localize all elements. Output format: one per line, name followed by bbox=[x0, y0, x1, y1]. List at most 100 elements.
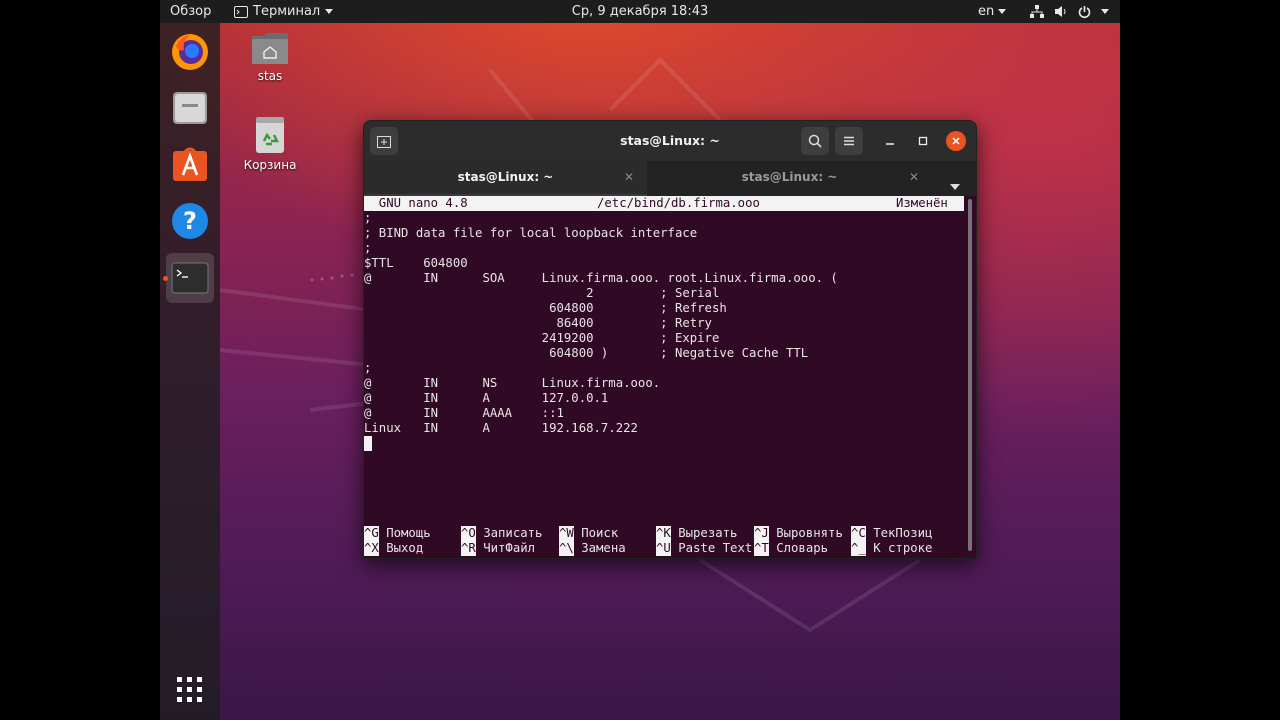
nano-modified-status: Изменён bbox=[896, 196, 948, 210]
file-line: 2419200 ; Expire bbox=[364, 331, 720, 345]
chevron-down-icon bbox=[998, 9, 1007, 14]
shortcut-label: Выход bbox=[378, 541, 424, 555]
nano-filename: /etc/bind/db.firma.ooo bbox=[597, 196, 760, 210]
software-center-icon bbox=[173, 147, 207, 181]
file-line: ; bbox=[364, 361, 372, 375]
tab-1[interactable]: stas@Linux: ~ ✕ bbox=[364, 161, 647, 196]
tabs-menu-button[interactable] bbox=[950, 175, 960, 194]
shortcut-key: ^T bbox=[754, 541, 769, 556]
language-selector[interactable]: en bbox=[978, 0, 1007, 23]
scrollbar[interactable] bbox=[968, 199, 972, 551]
search-icon bbox=[808, 134, 822, 148]
top-bar: Обзор Терминал Ср, 9 декабря 18:43 en bbox=[160, 0, 1120, 23]
dock-item-files[interactable] bbox=[166, 83, 214, 133]
desktop-icon-home[interactable]: stas bbox=[238, 30, 302, 83]
menu-button[interactable] bbox=[835, 127, 863, 155]
tab-1-label: stas@Linux: ~ bbox=[457, 170, 554, 184]
chevron-down-icon bbox=[950, 184, 960, 190]
shortcut-key: ^G bbox=[364, 526, 379, 541]
shortcut-key: ^X bbox=[364, 541, 379, 556]
app-grid-icon bbox=[177, 677, 202, 702]
system-tray[interactable] bbox=[1030, 0, 1109, 23]
terminal-icon bbox=[171, 262, 209, 294]
power-icon bbox=[1078, 5, 1091, 18]
shortcut-label: Paste Text bbox=[670, 541, 753, 555]
file-line: $TTL 604800 bbox=[364, 256, 468, 270]
show-applications-button[interactable] bbox=[166, 665, 214, 715]
nano-version: GNU nano 4.8 bbox=[364, 196, 468, 210]
shortcut-label: ТекПозиц bbox=[865, 526, 933, 540]
shortcut-justify[interactable]: ^J Выровнять bbox=[754, 526, 843, 541]
tab-1-close-icon[interactable]: ✕ bbox=[624, 161, 634, 194]
shortcut-go-to-line[interactable]: ^_ К строке bbox=[851, 541, 932, 556]
shortcut-replace[interactable]: ^\ Замена bbox=[559, 541, 626, 556]
tab-2[interactable]: stas@Linux: ~ ✕ bbox=[647, 161, 932, 196]
close-button[interactable] bbox=[946, 131, 966, 151]
trash-icon bbox=[256, 117, 284, 153]
minimize-icon bbox=[886, 143, 894, 145]
activities-button[interactable]: Обзор bbox=[170, 0, 211, 23]
dock-item-terminal[interactable] bbox=[166, 253, 214, 303]
firefox-icon bbox=[172, 34, 208, 70]
minimize-button[interactable] bbox=[880, 131, 900, 151]
file-line: 604800 ; Refresh bbox=[364, 301, 727, 315]
svg-text:?: ? bbox=[183, 207, 197, 235]
shortcut-search[interactable]: ^W Поиск bbox=[559, 526, 618, 541]
shortcut-label: Словарь bbox=[768, 541, 829, 555]
file-line: 2 ; Serial bbox=[364, 286, 720, 300]
shortcut-paste[interactable]: ^U Paste Text bbox=[656, 541, 752, 556]
close-icon bbox=[952, 137, 960, 145]
clock[interactable]: Ср, 9 декабря 18:43 bbox=[572, 4, 709, 19]
shortcut-spell[interactable]: ^T Словарь bbox=[754, 541, 828, 556]
dock: ? bbox=[160, 23, 220, 720]
shortcut-label: Выровнять bbox=[768, 526, 843, 540]
shortcut-cur-pos[interactable]: ^C ТекПозиц bbox=[851, 526, 932, 541]
home-folder-icon bbox=[252, 33, 288, 64]
file-line: Linux IN A 192.168.7.222 bbox=[364, 421, 638, 435]
dock-item-help[interactable]: ? bbox=[166, 196, 214, 246]
shortcut-read-file[interactable]: ^R ЧитФайл bbox=[461, 541, 535, 556]
shortcut-label: ЧитФайл bbox=[475, 541, 536, 555]
terminal-window[interactable]: stas@Linux: ~ stas@Linux: ~ ✕ stas@Linux… bbox=[363, 120, 977, 559]
shortcut-cut[interactable]: ^K Вырезать bbox=[656, 526, 737, 541]
maximize-button[interactable] bbox=[913, 131, 933, 151]
dock-item-software[interactable] bbox=[166, 139, 214, 189]
shortcut-label: Поиск bbox=[573, 526, 619, 540]
nano-header: GNU nano 4.8/etc/bind/db.firma.ooo Изменё… bbox=[364, 196, 964, 211]
shortcut-key: ^W bbox=[559, 526, 574, 541]
shortcut-key: ^U bbox=[656, 541, 671, 556]
file-line: ; bbox=[364, 211, 372, 225]
desktop-icon-trash-label: Корзина bbox=[243, 158, 297, 172]
shortcut-key: ^R bbox=[461, 541, 476, 556]
shortcut-key: ^J bbox=[754, 526, 769, 541]
file-line: @ IN AAAA ::1 bbox=[364, 406, 564, 420]
title-bar[interactable]: stas@Linux: ~ bbox=[364, 121, 976, 161]
search-button[interactable] bbox=[801, 127, 829, 155]
shortcut-label: Помощь bbox=[378, 526, 431, 540]
app-menu[interactable]: Терминал bbox=[234, 0, 334, 23]
file-line: ; bbox=[364, 241, 372, 255]
shortcut-save[interactable]: ^O Записать bbox=[461, 526, 542, 541]
chevron-down-icon bbox=[325, 9, 334, 14]
shortcut-label: Вырезать bbox=[670, 526, 738, 540]
dock-item-firefox[interactable] bbox=[166, 27, 214, 77]
tab-2-close-icon[interactable]: ✕ bbox=[909, 161, 919, 194]
network-icon bbox=[1030, 5, 1044, 18]
shortcut-help[interactable]: ^G Помощь bbox=[364, 526, 431, 541]
terminal-app-icon bbox=[234, 5, 248, 18]
files-icon bbox=[173, 92, 207, 124]
desktop-icon-trash[interactable]: Корзина bbox=[238, 115, 302, 172]
shortcut-label: Замена bbox=[573, 541, 626, 555]
shortcut-exit[interactable]: ^X Выход bbox=[364, 541, 423, 556]
terminal-content[interactable]: GNU nano 4.8/etc/bind/db.firma.ooo Изменё… bbox=[364, 196, 966, 558]
shortcut-key: ^_ bbox=[851, 541, 866, 556]
desktop: Обзор Терминал Ср, 9 декабря 18:43 en ? … bbox=[160, 0, 1120, 720]
shortcut-key: ^C bbox=[851, 526, 866, 541]
app-menu-label: Терминал bbox=[253, 4, 321, 19]
shortcut-key: ^O bbox=[461, 526, 476, 541]
file-line: @ IN NS Linux.firma.ooo. bbox=[364, 376, 661, 390]
tab-2-label: stas@Linux: ~ bbox=[741, 170, 838, 184]
file-line: @ IN SOA Linux.firma.ooo. root.Linux.fir… bbox=[364, 271, 838, 285]
tab-bar: stas@Linux: ~ ✕ stas@Linux: ~ ✕ bbox=[364, 161, 976, 196]
shortcut-key: ^\ bbox=[559, 541, 574, 556]
